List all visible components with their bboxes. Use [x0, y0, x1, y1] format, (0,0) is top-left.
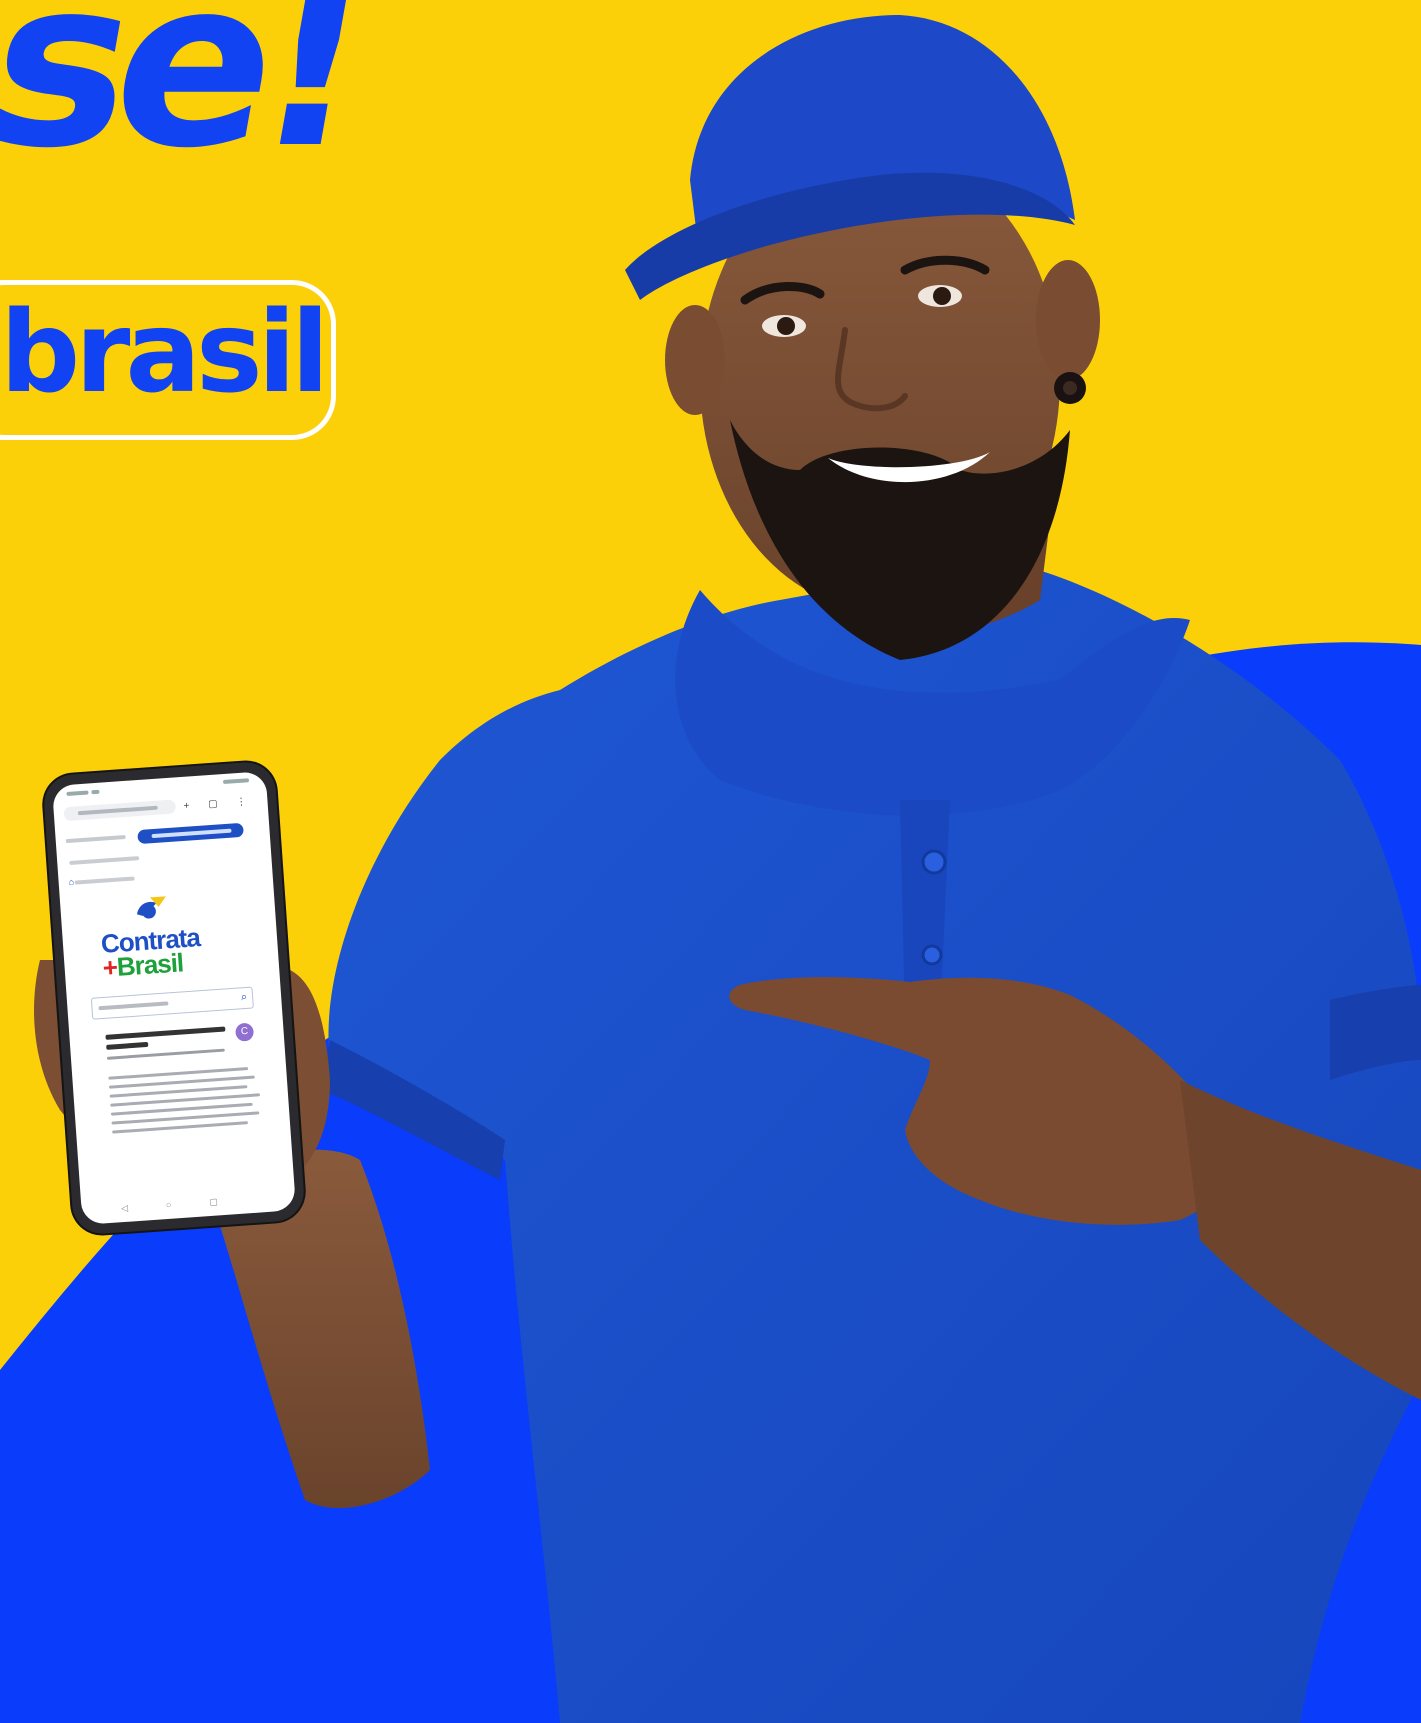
phone-nav-bar[interactable]: ◁○▢: [81, 1191, 295, 1217]
shirt-button-2: [921, 944, 943, 966]
result-card-title[interactable]: [105, 1026, 226, 1040]
site-menu-line[interactable]: [69, 856, 140, 865]
browser-toolbar-icons[interactable]: + ▢ ⋮: [183, 796, 254, 812]
result-card-subtitle: [106, 1048, 225, 1060]
browser-url-bar[interactable]: [63, 799, 177, 822]
logo-brasil-text: Brasil: [115, 947, 185, 982]
headline-text: se!: [0, 0, 378, 199]
address-pill-text: brasil: [0, 288, 329, 418]
phone-screen: + ▢ ⋮ ⌂ Contrata +Brasil ⌕ C ◁○▢: [51, 771, 297, 1225]
left-ear: [665, 305, 725, 415]
smartphone: + ▢ ⋮ ⌂ Contrata +Brasil ⌕ C ◁○▢: [42, 760, 306, 1236]
phone-status-bar: [66, 778, 252, 799]
home-icon[interactable]: ⌂: [68, 877, 74, 887]
logo-word-brasil: +Brasil: [102, 947, 184, 984]
result-card-title-line2: [106, 1041, 149, 1050]
search-icon[interactable]: ⌕: [241, 991, 248, 1004]
avatar: C: [234, 1022, 255, 1042]
right-ear: [1036, 260, 1100, 380]
contrata-brasil-logo-icon: [137, 896, 166, 919]
breadcrumb: [74, 876, 135, 885]
site-login-button[interactable]: [137, 822, 244, 845]
site-search-input[interactable]: ⌕: [90, 986, 254, 1020]
shirt-button-1: [921, 849, 947, 875]
result-card-description: [108, 1066, 262, 1139]
